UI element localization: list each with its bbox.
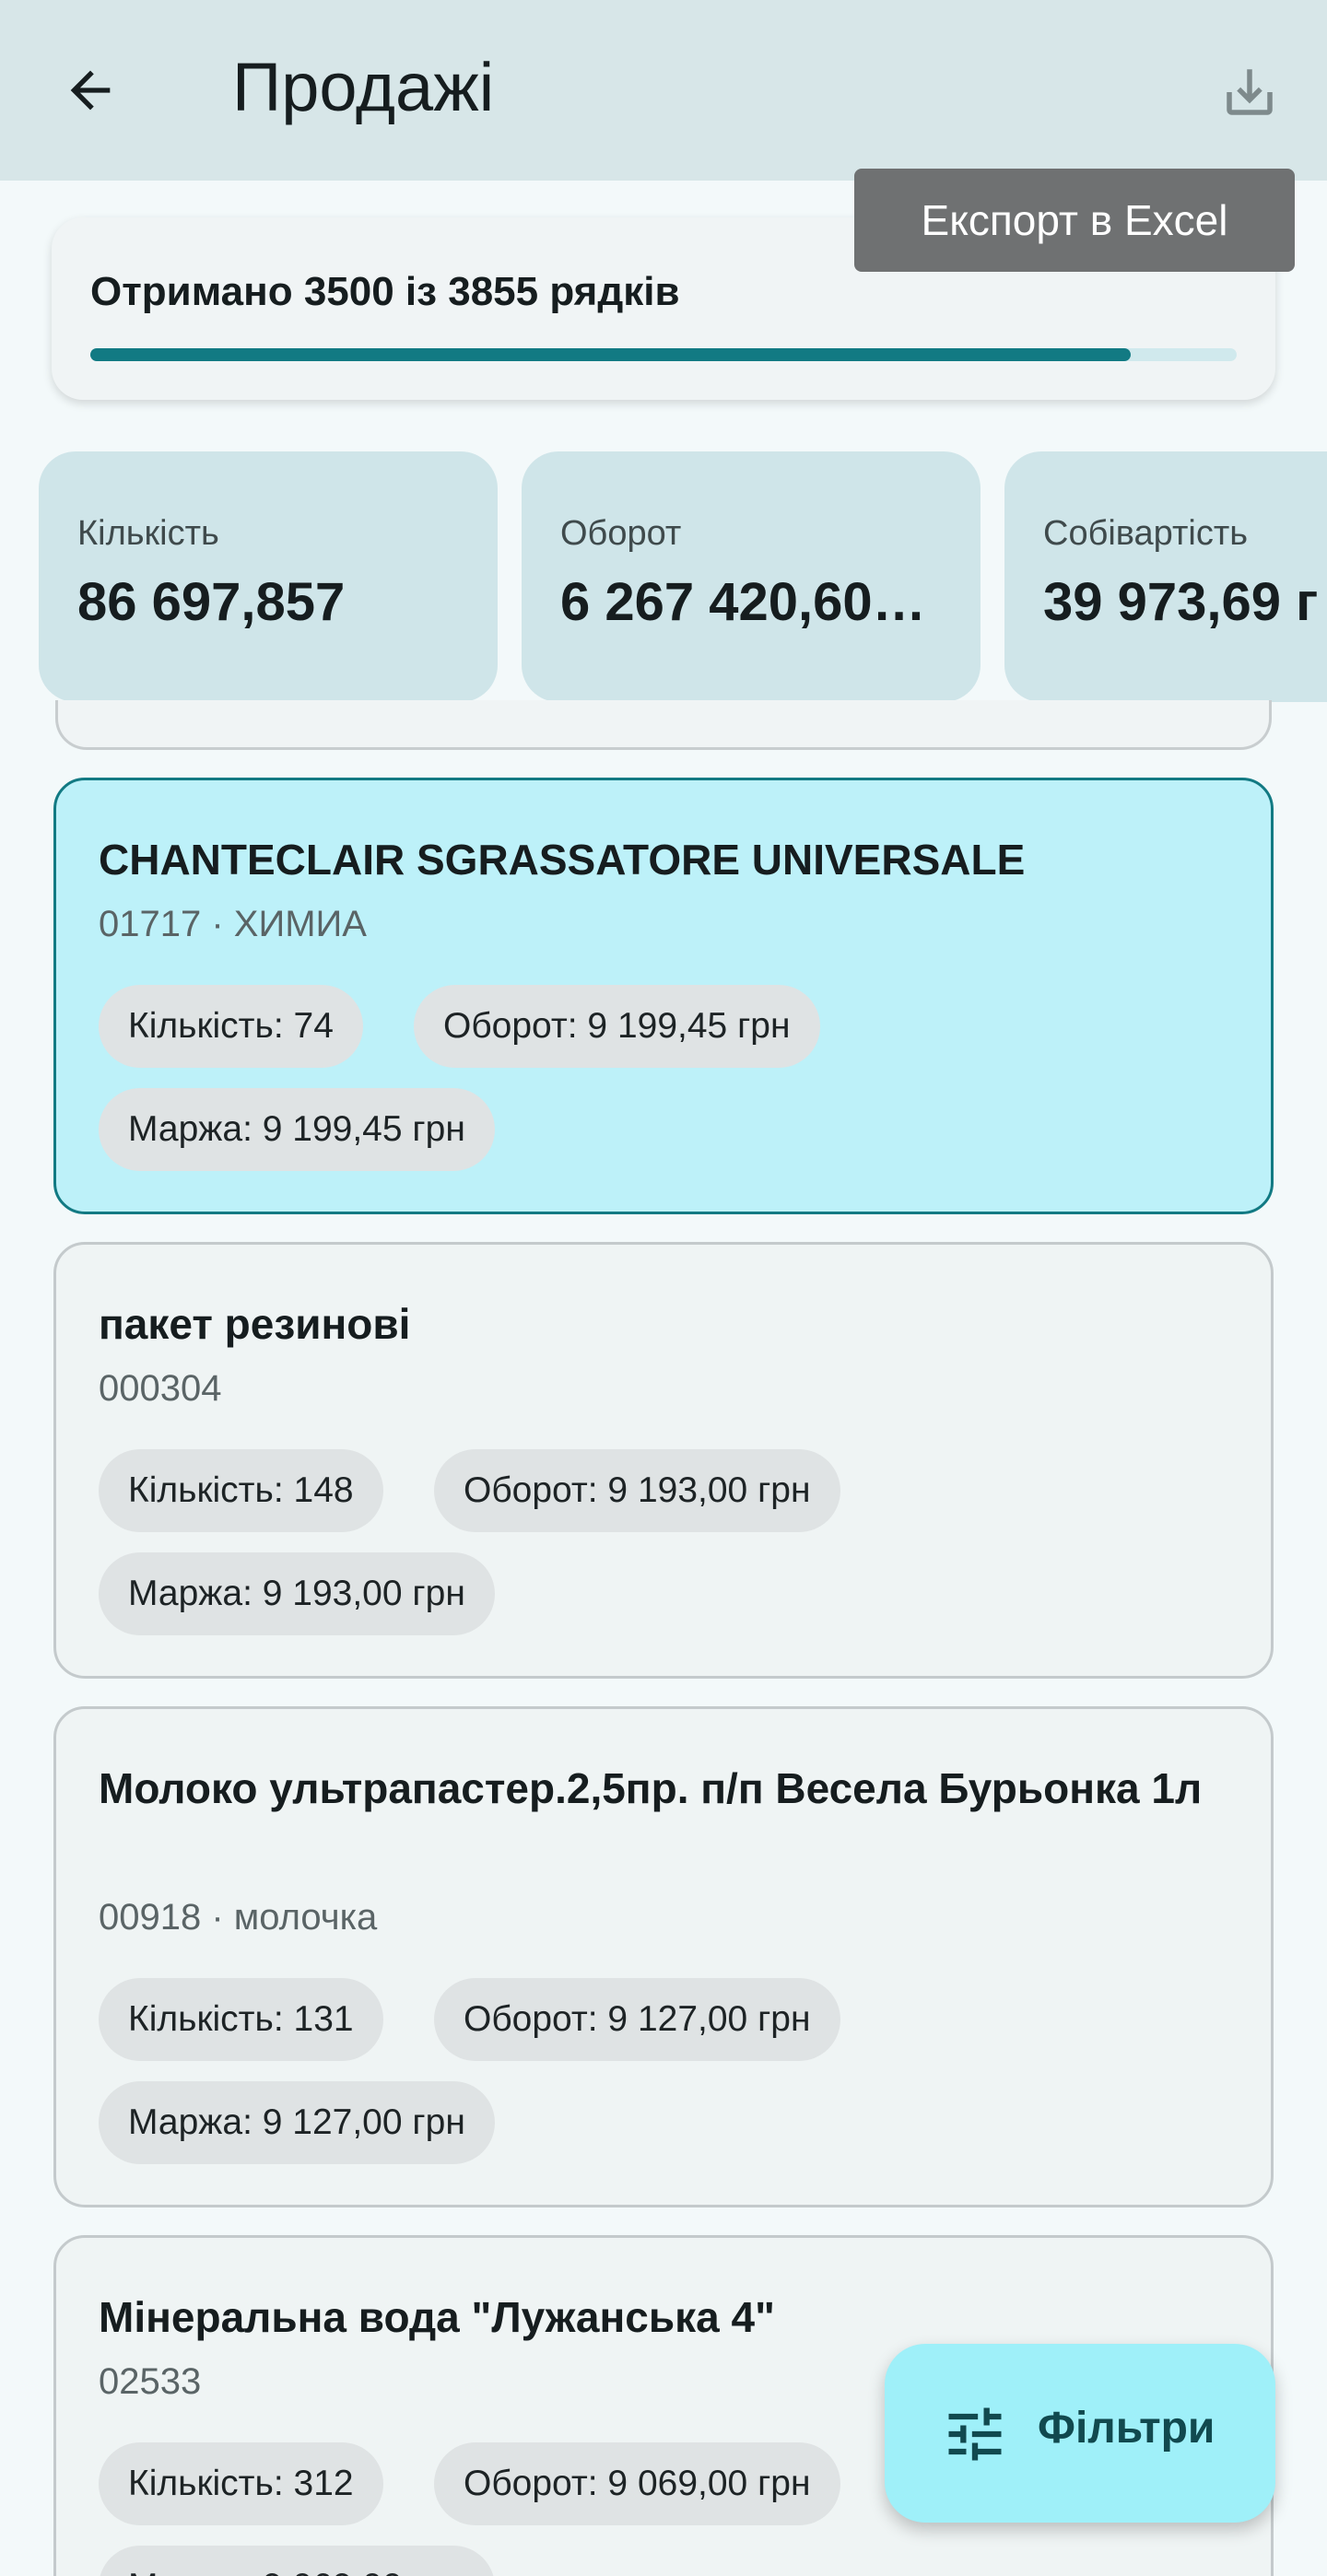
turnover-chip: Оборот: 9 199,45 грн bbox=[414, 985, 820, 1068]
filters-label: Фільтри bbox=[1038, 2404, 1215, 2453]
progress-label: Отримано 3500 із 3855 рядків bbox=[90, 269, 680, 314]
stat-card-cost: Собівартість 39 973,69 г bbox=[1004, 451, 1327, 702]
app-bar: Продажі bbox=[0, 0, 1327, 181]
item-subtitle: 01717 · ХИМИА bbox=[99, 904, 367, 944]
item-title: пакет резинові bbox=[99, 1300, 411, 1348]
page-title: Продажі bbox=[232, 49, 495, 125]
arrow-left-icon bbox=[70, 70, 111, 111]
item-title: Мінеральна вода "Лужанська 4" bbox=[99, 2293, 775, 2341]
export-button[interactable] bbox=[1209, 55, 1290, 129]
margin-chip: Маржа: 9 199,45 грн bbox=[99, 1088, 495, 1171]
item-subtitle: 02533 bbox=[99, 2361, 202, 2402]
turnover-chip: Оборот: 9 069,00 грн bbox=[434, 2442, 840, 2525]
quantity-chip: Кількість: 74 bbox=[99, 985, 363, 1068]
turnover-chip: Оборот: 9 127,00 грн bbox=[434, 1978, 840, 2061]
download-icon bbox=[1227, 69, 1273, 115]
margin-chip: Маржа: 9 193,00 грн bbox=[99, 1552, 495, 1635]
quantity-chip: Кількість: 312 bbox=[99, 2442, 383, 2525]
back-button[interactable] bbox=[53, 53, 127, 127]
progress-bar bbox=[90, 348, 1237, 361]
item-subtitle: 000304 bbox=[99, 1368, 222, 1409]
list-item[interactable]: пакет резинові 000304 Кількість: 148 Обо… bbox=[53, 1242, 1274, 1679]
stat-card-quantity: Кількість 86 697,857 bbox=[39, 451, 498, 702]
list-item[interactable] bbox=[55, 700, 1272, 750]
turnover-chip: Оборот: 9 193,00 грн bbox=[434, 1449, 840, 1532]
export-tooltip: Експорт в Excel bbox=[854, 169, 1295, 272]
list-item[interactable]: Молоко ультрапастер.2,5пр. п/п Весела Бу… bbox=[53, 1706, 1274, 2207]
quantity-chip: Кількість: 131 bbox=[99, 1978, 383, 2061]
margin-chip: Маржа: 9 127,00 грн bbox=[99, 2081, 495, 2164]
item-title: Молоко ультрапастер.2,5пр. п/п Весела Бу… bbox=[99, 1764, 1203, 1812]
stat-label: Кількість bbox=[77, 514, 219, 553]
item-subtitle: 00918 · молочка bbox=[99, 1897, 378, 1938]
stat-value: 39 973,69 г bbox=[1043, 572, 1319, 632]
list-item[interactable]: CHANTECLAIR SGRASSATORE UNIVERSALE 01717… bbox=[53, 778, 1274, 1214]
stat-value: 86 697,857 bbox=[77, 572, 346, 632]
quantity-chip: Кількість: 148 bbox=[99, 1449, 383, 1532]
stat-value: 6 267 420,60… bbox=[560, 572, 926, 632]
item-title: CHANTECLAIR SGRASSATORE UNIVERSALE bbox=[99, 836, 1026, 884]
stat-card-turnover: Оборот 6 267 420,60… bbox=[522, 451, 981, 702]
stat-label: Оборот bbox=[560, 514, 682, 553]
progress-fill bbox=[90, 348, 1132, 361]
margin-chip: Маржа: 9 069,00 грн bbox=[99, 2546, 495, 2576]
filters-button[interactable]: Фільтри bbox=[885, 2344, 1275, 2523]
stat-label: Собівартість bbox=[1043, 514, 1249, 553]
tune-icon bbox=[948, 2407, 1002, 2461]
